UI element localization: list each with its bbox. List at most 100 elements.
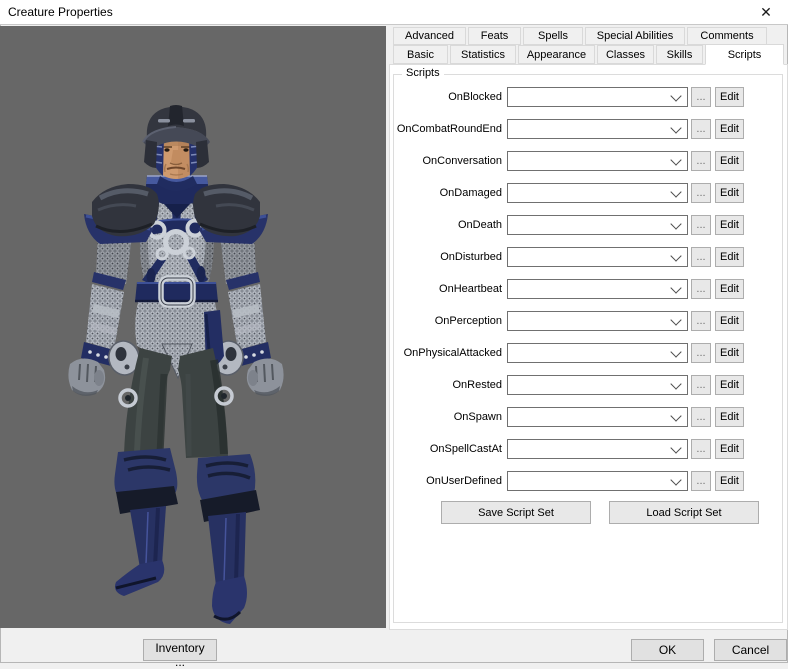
script-row-onphysicalattacked: OnPhysicalAttacked...Edit <box>394 343 782 363</box>
script-row-onconversation: OnConversation...Edit <box>394 151 782 171</box>
script-label: OnHeartbeat <box>394 283 507 295</box>
chevron-down-icon <box>670 442 681 453</box>
chevron-down-icon <box>670 410 681 421</box>
save-script-set-button[interactable]: Save Script Set <box>441 501 591 524</box>
script-label: OnConversation <box>394 155 507 167</box>
edit-button[interactable]: Edit <box>715 183 744 203</box>
tab-row-top: Advanced Feats Spells Special Abilities … <box>393 27 767 45</box>
script-row-ondeath: OnDeath...Edit <box>394 215 782 235</box>
browse-button[interactable]: ... <box>691 439 711 459</box>
script-label: OnDeath <box>394 219 507 231</box>
script-row-onspawn: OnSpawn...Edit <box>394 407 782 427</box>
browse-button[interactable]: ... <box>691 375 711 395</box>
tab-appearance[interactable]: Appearance <box>518 45 595 64</box>
creature-model <box>0 26 386 628</box>
close-icon: ✕ <box>760 5 772 19</box>
tab-special-abilities[interactable]: Special Abilities <box>585 27 685 45</box>
chevron-down-icon <box>670 154 681 165</box>
script-combobox[interactable] <box>507 407 688 427</box>
window-title: Creature Properties <box>8 5 113 19</box>
script-row-onperception: OnPerception...Edit <box>394 311 782 331</box>
edit-button[interactable]: Edit <box>715 375 744 395</box>
script-label: OnPerception <box>394 315 507 327</box>
browse-button[interactable]: ... <box>691 311 711 331</box>
edit-button[interactable]: Edit <box>715 471 744 491</box>
edit-button[interactable]: Edit <box>715 407 744 427</box>
script-combobox[interactable] <box>507 471 688 491</box>
title-bar[interactable]: Creature Properties ✕ <box>0 0 788 25</box>
script-combobox[interactable] <box>507 119 688 139</box>
cancel-button[interactable]: Cancel <box>714 639 787 661</box>
tab-statistics[interactable]: Statistics <box>450 45 516 64</box>
script-row-ondisturbed: OnDisturbed...Edit <box>394 247 782 267</box>
script-row-oncombatroundend: OnCombatRoundEnd...Edit <box>394 119 782 139</box>
chevron-down-icon <box>670 314 681 325</box>
script-row-onblocked: OnBlocked...Edit <box>394 87 782 107</box>
tab-basic[interactable]: Basic <box>393 45 448 64</box>
script-row-ondamaged: OnDamaged...Edit <box>394 183 782 203</box>
browse-button[interactable]: ... <box>691 407 711 427</box>
script-combobox[interactable] <box>507 215 688 235</box>
browse-button[interactable]: ... <box>691 119 711 139</box>
tab-classes[interactable]: Classes <box>597 45 654 64</box>
script-combobox[interactable] <box>507 183 688 203</box>
script-combobox[interactable] <box>507 151 688 171</box>
groupbox-title: Scripts <box>402 67 444 79</box>
script-label: OnDamaged <box>394 187 507 199</box>
script-label: OnRested <box>394 379 507 391</box>
script-row-onheartbeat: OnHeartbeat...Edit <box>394 279 782 299</box>
script-label: OnPhysicalAttacked <box>394 347 507 359</box>
script-combobox[interactable] <box>507 87 688 107</box>
browse-button[interactable]: ... <box>691 151 711 171</box>
tab-feats[interactable]: Feats <box>468 27 521 45</box>
edit-button[interactable]: Edit <box>715 215 744 235</box>
edit-button[interactable]: Edit <box>715 247 744 267</box>
edit-button[interactable]: Edit <box>715 87 744 107</box>
browse-button[interactable]: ... <box>691 343 711 363</box>
chevron-down-icon <box>670 122 681 133</box>
script-row-onspellcastat: OnSpellCastAt...Edit <box>394 439 782 459</box>
edit-button[interactable]: Edit <box>715 279 744 299</box>
tab-row-bottom: Basic Statistics Appearance Classes Skil… <box>393 45 784 65</box>
inventory-button[interactable]: Inventory ... <box>143 639 217 661</box>
tab-skills[interactable]: Skills <box>656 45 703 64</box>
script-combobox[interactable] <box>507 343 688 363</box>
chevron-down-icon <box>670 218 681 229</box>
chevron-down-icon <box>670 474 681 485</box>
load-script-set-button[interactable]: Load Script Set <box>609 501 759 524</box>
edit-button[interactable]: Edit <box>715 439 744 459</box>
script-label: OnCombatRoundEnd <box>394 123 507 135</box>
script-rows: OnBlocked...Edit OnCombatRoundEnd...Edit… <box>394 87 782 503</box>
script-combobox[interactable] <box>507 311 688 331</box>
browse-button[interactable]: ... <box>691 215 711 235</box>
chevron-down-icon <box>670 250 681 261</box>
creature-preview[interactable] <box>0 26 386 628</box>
script-label: OnUserDefined <box>394 475 507 487</box>
script-label: OnDisturbed <box>394 251 507 263</box>
ok-button[interactable]: OK <box>631 639 704 661</box>
edit-button[interactable]: Edit <box>715 311 744 331</box>
browse-button[interactable]: ... <box>691 471 711 491</box>
tab-scripts[interactable]: Scripts <box>705 44 784 65</box>
script-label: OnSpellCastAt <box>394 443 507 455</box>
tab-spells[interactable]: Spells <box>523 27 583 45</box>
chevron-down-icon <box>670 90 681 101</box>
edit-button[interactable]: Edit <box>715 343 744 363</box>
close-button[interactable]: ✕ <box>744 0 788 24</box>
edit-button[interactable]: Edit <box>715 151 744 171</box>
script-combobox[interactable] <box>507 279 688 299</box>
script-label: OnBlocked <box>394 91 507 103</box>
script-combobox[interactable] <box>507 439 688 459</box>
script-combobox[interactable] <box>507 375 688 395</box>
tab-comments[interactable]: Comments <box>687 27 767 45</box>
browse-button[interactable]: ... <box>691 183 711 203</box>
scripts-groupbox: Scripts OnBlocked...Edit OnCombatRoundEn… <box>393 74 783 623</box>
script-combobox[interactable] <box>507 247 688 267</box>
edit-button[interactable]: Edit <box>715 119 744 139</box>
browse-button[interactable]: ... <box>691 87 711 107</box>
script-set-buttons: Save Script Set Load Script Set <box>441 501 759 524</box>
browse-button[interactable]: ... <box>691 279 711 299</box>
tab-advanced[interactable]: Advanced <box>393 27 466 45</box>
chevron-down-icon <box>670 282 681 293</box>
browse-button[interactable]: ... <box>691 247 711 267</box>
